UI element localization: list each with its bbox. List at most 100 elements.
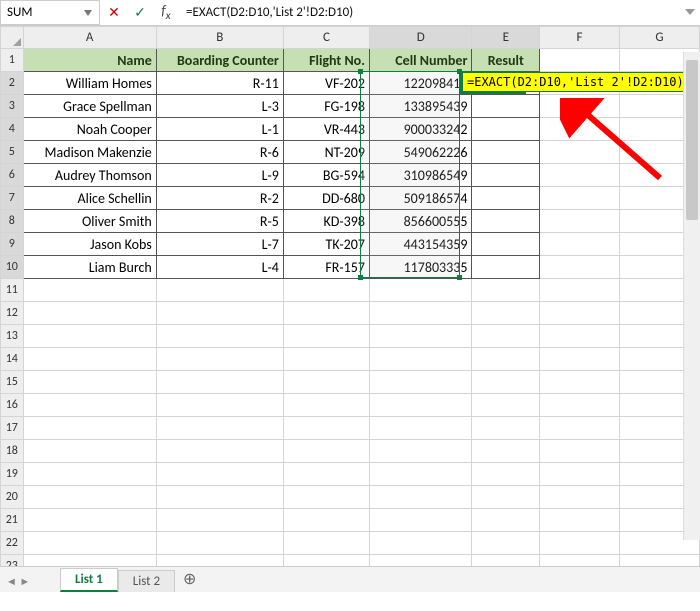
cell-C3[interactable]: FG-198 — [283, 95, 369, 118]
row-header-12[interactable]: 12 — [1, 302, 24, 325]
cell-E19[interactable] — [472, 463, 540, 486]
cell-B21[interactable] — [156, 509, 283, 532]
row-header-13[interactable]: 13 — [1, 325, 24, 348]
cell-D3[interactable]: 133895439 — [369, 95, 471, 118]
cell-D5[interactable]: 549062226 — [369, 141, 471, 164]
col-header-B[interactable]: B — [156, 27, 283, 49]
sheet-tab-list-2[interactable]: List 2 — [118, 570, 175, 592]
cell-A6[interactable]: Audrey Thomson — [23, 164, 156, 187]
add-sheet-icon[interactable]: ⊕ — [175, 566, 204, 592]
cell-F14[interactable] — [540, 348, 620, 371]
cell-E10[interactable] — [472, 256, 540, 279]
cell-B18[interactable] — [156, 440, 283, 463]
cell-A22[interactable] — [23, 532, 156, 555]
cell-B8[interactable]: R-5 — [156, 210, 283, 233]
cell-F21[interactable] — [540, 509, 620, 532]
sheet-tab-list-1[interactable]: List 1 — [60, 568, 118, 592]
cell-C16[interactable] — [283, 394, 369, 417]
cell-A21[interactable] — [23, 509, 156, 532]
cell-D2[interactable]: 122098419 — [369, 72, 471, 95]
tab-nav-icons[interactable]: ◄ ► — [6, 575, 30, 588]
row-header-7[interactable]: 7 — [1, 187, 24, 210]
cell-C9[interactable]: TK-207 — [283, 233, 369, 256]
cell-D20[interactable] — [369, 486, 471, 509]
row-header-11[interactable]: 11 — [1, 279, 24, 302]
col-header-A[interactable]: A — [23, 27, 156, 49]
cell-F9[interactable] — [540, 233, 620, 256]
cell-A14[interactable] — [23, 348, 156, 371]
col-header-D[interactable]: D — [369, 27, 471, 49]
cell-A19[interactable] — [23, 463, 156, 486]
cell-E1[interactable]: Result — [472, 49, 540, 72]
row-header-21[interactable]: 21 — [1, 509, 24, 532]
cell-D6[interactable]: 310986549 — [369, 164, 471, 187]
cell-D12[interactable] — [369, 302, 471, 325]
row-header-14[interactable]: 14 — [1, 348, 24, 371]
cell-E12[interactable] — [472, 302, 540, 325]
cell-C15[interactable] — [283, 371, 369, 394]
cell-F13[interactable] — [540, 325, 620, 348]
cell-C12[interactable] — [283, 302, 369, 325]
cell-A1[interactable]: Name — [23, 49, 156, 72]
cell-B11[interactable] — [156, 279, 283, 302]
row-header-8[interactable]: 8 — [1, 210, 24, 233]
row-header-6[interactable]: 6 — [1, 164, 24, 187]
cell-A11[interactable] — [23, 279, 156, 302]
cell-D19[interactable] — [369, 463, 471, 486]
cell-B14[interactable] — [156, 348, 283, 371]
cell-B19[interactable] — [156, 463, 283, 486]
cell-D9[interactable]: 443154359 — [369, 233, 471, 256]
cell-B1[interactable]: Boarding Counter — [156, 49, 283, 72]
cell-C5[interactable]: NT-209 — [283, 141, 369, 164]
cell-D4[interactable]: 900033242 — [369, 118, 471, 141]
cell-C13[interactable] — [283, 325, 369, 348]
cell-A13[interactable] — [23, 325, 156, 348]
cell-F5[interactable] — [540, 141, 620, 164]
cell-B13[interactable] — [156, 325, 283, 348]
row-header-22[interactable]: 22 — [1, 532, 24, 555]
fx-icon[interactable]: fx — [158, 2, 174, 23]
cell-B4[interactable]: L-1 — [156, 118, 283, 141]
row-header-23[interactable]: 23 — [1, 555, 24, 567]
cell-C7[interactable]: DD-680 — [283, 187, 369, 210]
confirm-edit-icon[interactable]: ✓ — [132, 4, 148, 21]
cell-E3[interactable] — [472, 95, 540, 118]
formula-input[interactable]: =EXACT(D2:D10,'List 2'!D2:D10) — [180, 0, 680, 25]
cell-E20[interactable] — [472, 486, 540, 509]
cell-F7[interactable] — [540, 187, 620, 210]
col-header-G[interactable]: G — [620, 27, 700, 49]
cell-E22[interactable] — [472, 532, 540, 555]
row-header-1[interactable]: 1 — [1, 49, 24, 72]
cell-D15[interactable] — [369, 371, 471, 394]
cell-D23[interactable] — [369, 555, 471, 567]
cell-A17[interactable] — [23, 417, 156, 440]
cell-D16[interactable] — [369, 394, 471, 417]
row-header-18[interactable]: 18 — [1, 440, 24, 463]
cell-E16[interactable] — [472, 394, 540, 417]
cell-C4[interactable]: VR-443 — [283, 118, 369, 141]
cell-A18[interactable] — [23, 440, 156, 463]
col-header-E[interactable]: E — [472, 27, 540, 49]
cell-F22[interactable] — [540, 532, 620, 555]
cell-F4[interactable] — [540, 118, 620, 141]
cell-A20[interactable] — [23, 486, 156, 509]
cell-D1[interactable]: Cell Number — [369, 49, 471, 72]
cell-D21[interactable] — [369, 509, 471, 532]
cell-C22[interactable] — [283, 532, 369, 555]
row-header-16[interactable]: 16 — [1, 394, 24, 417]
cell-F10[interactable] — [540, 256, 620, 279]
row-header-4[interactable]: 4 — [1, 118, 24, 141]
worksheet-grid[interactable]: A B C D E F G 1 Name Boarding Counter Fl… — [0, 26, 700, 566]
cell-B20[interactable] — [156, 486, 283, 509]
cell-E18[interactable] — [472, 440, 540, 463]
cell-E14[interactable] — [472, 348, 540, 371]
name-box[interactable]: SUM — [0, 0, 100, 25]
cell-C6[interactable]: BG-594 — [283, 164, 369, 187]
row-header-19[interactable]: 19 — [1, 463, 24, 486]
cell-B17[interactable] — [156, 417, 283, 440]
cell-B12[interactable] — [156, 302, 283, 325]
row-header-9[interactable]: 9 — [1, 233, 24, 256]
name-box-dropdown-icon[interactable] — [81, 10, 95, 16]
cell-E11[interactable] — [472, 279, 540, 302]
cell-edit-overlay[interactable]: =EXACT(D2:D10,'List 2'!D2:D10) — [462, 72, 689, 92]
